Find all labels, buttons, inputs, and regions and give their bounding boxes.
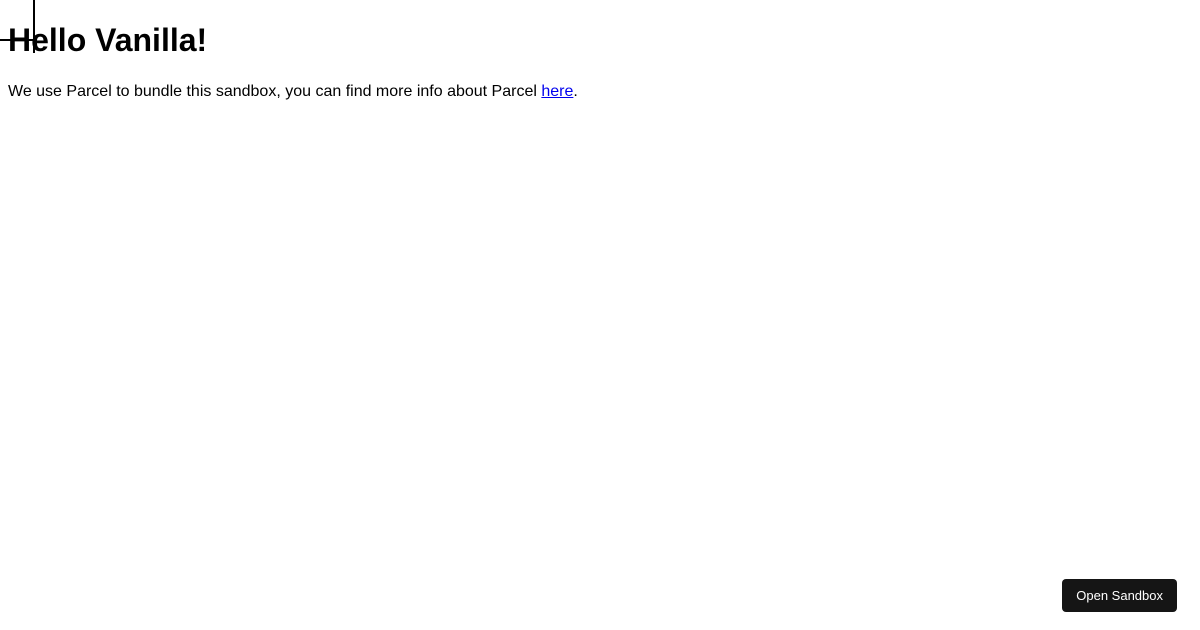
parcel-link[interactable]: here (541, 83, 573, 100)
open-sandbox-button[interactable]: Open Sandbox (1062, 579, 1177, 612)
intro-paragraph: We use Parcel to bundle this sandbox, yo… (8, 81, 1192, 103)
main-content: Hello Vanilla! We use Parcel to bundle t… (0, 0, 1200, 111)
decoration-line-horizontal (0, 39, 33, 41)
decoration-line-vertical (33, 0, 35, 53)
intro-text-before: We use Parcel to bundle this sandbox, yo… (8, 83, 541, 100)
intro-text-after: . (573, 83, 577, 100)
page-title: Hello Vanilla! (8, 22, 1192, 59)
